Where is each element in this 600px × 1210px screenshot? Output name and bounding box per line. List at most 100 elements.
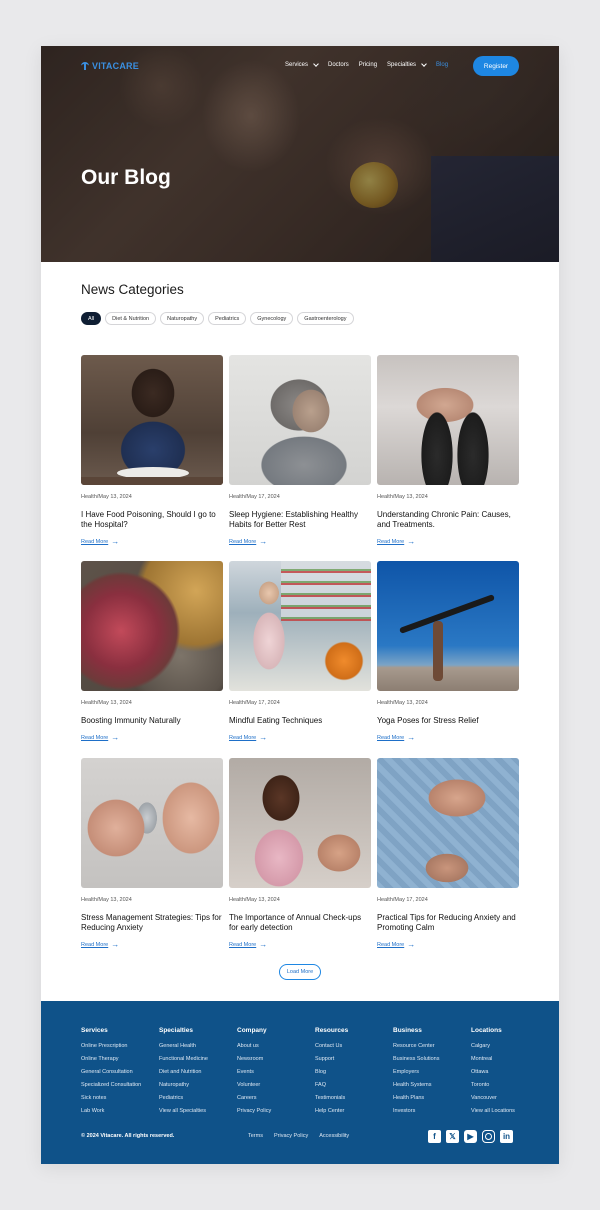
blog-card-image[interactable] <box>229 561 371 691</box>
category-chip-gastroenterology[interactable]: Gastroenterology <box>297 312 354 325</box>
register-button[interactable]: Register <box>473 56 519 76</box>
footer-link[interactable]: Testimonials <box>315 1092 348 1105</box>
footer-link[interactable]: FAQ <box>315 1079 348 1092</box>
footer-link[interactable]: Toronto <box>471 1079 515 1092</box>
footer-link[interactable]: Online Prescription <box>81 1040 141 1053</box>
brand-logo[interactable]: VITACARE <box>81 61 139 71</box>
footer-link[interactable]: Pediatrics <box>159 1092 208 1105</box>
blog-card-title[interactable]: Sleep Hygiene: Establishing Healthy Habi… <box>229 510 371 530</box>
footer-link[interactable]: Vancouver <box>471 1092 515 1105</box>
footer-link[interactable]: Business Solutions <box>393 1053 439 1066</box>
page-frame: VITACARE Services Doctors Pricing Specia… <box>41 46 559 1164</box>
read-more-link[interactable]: Read More → <box>81 537 119 546</box>
footer-link[interactable]: Health Systems <box>393 1079 439 1092</box>
blog-card-image[interactable] <box>377 758 519 888</box>
footer-link[interactable]: View all Locations <box>471 1105 515 1118</box>
blog-card-image[interactable] <box>81 561 223 691</box>
footer-link[interactable]: Blog <box>315 1066 348 1079</box>
blog-card[interactable]: Health/May 17, 2024 Sleep Hygiene: Estab… <box>229 355 371 546</box>
footer-link[interactable]: Functional Medicine <box>159 1053 208 1066</box>
blog-card[interactable]: Health/May 13, 2024 Understanding Chroni… <box>377 355 519 546</box>
read-more-link[interactable]: Read More → <box>377 537 415 546</box>
footer-link[interactable]: Online Therapy <box>81 1053 141 1066</box>
read-more-link[interactable]: Read More → <box>81 733 119 742</box>
footer-link[interactable]: Help Center <box>315 1105 348 1118</box>
footer-link[interactable]: Volunteer <box>237 1079 271 1092</box>
linkedin-icon[interactable]: in <box>500 1130 513 1143</box>
blog-card-image[interactable] <box>377 355 519 485</box>
blog-card-title[interactable]: Practical Tips for Reducing Anxiety and … <box>377 913 519 933</box>
footer-link[interactable]: Privacy Policy <box>237 1105 271 1118</box>
read-more-link[interactable]: Read More → <box>229 537 267 546</box>
footer-link[interactable]: Newsroom <box>237 1053 271 1066</box>
x-icon[interactable]: 𝕏 <box>446 1130 459 1143</box>
footer-link[interactable]: Investors <box>393 1105 439 1118</box>
blog-card-title[interactable]: Understanding Chronic Pain: Causes, and … <box>377 510 519 530</box>
footer-link[interactable]: Support <box>315 1053 348 1066</box>
load-more-button[interactable]: Load More <box>279 964 321 980</box>
read-more-link[interactable]: Read More → <box>81 940 119 949</box>
arrow-right-icon: → <box>259 537 268 546</box>
footer-link[interactable]: Employers <box>393 1066 439 1079</box>
footer-link[interactable]: Contact Us <box>315 1040 348 1053</box>
terms-link[interactable]: Terms <box>248 1133 263 1139</box>
footer-link[interactable]: View all Specialties <box>159 1105 208 1118</box>
youtube-icon[interactable]: ▶ <box>464 1130 477 1143</box>
privacy-policy-link[interactable]: Privacy Policy <box>274 1133 308 1139</box>
footer-link[interactable]: Resource Center <box>393 1040 439 1053</box>
footer-link[interactable]: Naturopathy <box>159 1079 208 1092</box>
footer-link[interactable]: Careers <box>237 1092 271 1105</box>
blog-card[interactable]: Health/May 13, 2024 Yoga Poses for Stres… <box>377 561 519 742</box>
nav-item-doctors[interactable]: Doctors <box>328 62 349 68</box>
blog-card[interactable]: Health/May 13, 2024 Stress Management St… <box>81 758 223 949</box>
footer-link[interactable]: General Health <box>159 1040 208 1053</box>
category-chip-gynecology[interactable]: Gynecology <box>250 312 294 325</box>
blog-card-title[interactable]: Stress Management Strategies: Tips for R… <box>81 913 223 933</box>
footer-link[interactable]: Calgary <box>471 1040 515 1053</box>
read-more-link[interactable]: Read More → <box>229 733 267 742</box>
blog-card-image[interactable] <box>81 355 223 485</box>
blog-card[interactable]: Health/May 17, 2024 Mindful Eating Techn… <box>229 561 371 742</box>
footer-link[interactable]: Sick notes <box>81 1092 141 1105</box>
instagram-icon[interactable] <box>482 1130 495 1143</box>
accessibility-link[interactable]: Accessibility <box>319 1133 349 1139</box>
blog-card[interactable]: Health/May 13, 2024 The Importance of An… <box>229 758 371 949</box>
footer-link[interactable]: Lab Work <box>81 1105 141 1118</box>
blog-card-title[interactable]: Yoga Poses for Stress Relief <box>377 716 519 726</box>
footer-link[interactable]: Specialized Consultation <box>81 1079 141 1092</box>
category-chip-diet-nutrition[interactable]: Diet & Nutrition <box>105 312 157 325</box>
nav-item-blog[interactable]: Blog <box>436 62 448 68</box>
nav-item-specialties[interactable]: Specialties <box>387 61 427 68</box>
footer-legal-links: Terms Privacy Policy Accessibility <box>248 1133 349 1139</box>
blog-card[interactable]: Health/May 13, 2024 I Have Food Poisonin… <box>81 355 223 546</box>
read-more-link[interactable]: Read More → <box>229 940 267 949</box>
nav-item-pricing[interactable]: Pricing <box>359 62 377 68</box>
category-chip-pediatrics[interactable]: Pediatrics <box>208 312 247 325</box>
blog-card-title[interactable]: I Have Food Poisoning, Should I go to th… <box>81 510 223 530</box>
category-filters: All Diet & Nutrition Naturopathy Pediatr… <box>81 312 354 325</box>
footer-link[interactable]: Ottawa <box>471 1066 515 1079</box>
blog-card-title[interactable]: Mindful Eating Techniques <box>229 716 371 726</box>
facebook-icon[interactable]: f <box>428 1130 441 1143</box>
blog-card-image[interactable] <box>377 561 519 691</box>
read-more-link[interactable]: Read More → <box>377 733 415 742</box>
blog-card-image[interactable] <box>229 355 371 485</box>
footer-link[interactable]: Health Plans <box>393 1092 439 1105</box>
footer-link[interactable]: Montreal <box>471 1053 515 1066</box>
footer-link[interactable]: General Consultation <box>81 1066 141 1079</box>
footer-column-resources: Resources Contact Us Support Blog FAQ Te… <box>315 1027 348 1118</box>
blog-card-title[interactable]: The Importance of Annual Check-ups for e… <box>229 913 371 933</box>
nav-item-services[interactable]: Services <box>285 61 319 68</box>
category-chip-all[interactable]: All <box>81 312 102 325</box>
blog-card-image[interactable] <box>229 758 371 888</box>
blog-card-title[interactable]: Boosting Immunity Naturally <box>81 716 223 726</box>
blog-card[interactable]: Health/May 13, 2024 Boosting Immunity Na… <box>81 561 223 742</box>
footer-link[interactable]: Events <box>237 1066 271 1079</box>
read-more-link[interactable]: Read More → <box>377 940 415 949</box>
blog-card-image[interactable] <box>81 758 223 888</box>
footer-link[interactable]: Diet and Nutrition <box>159 1066 208 1079</box>
arrow-right-icon: → <box>259 733 268 742</box>
category-chip-naturopathy[interactable]: Naturopathy <box>160 312 205 325</box>
footer-link[interactable]: About us <box>237 1040 271 1053</box>
blog-card[interactable]: Health/May 17, 2024 Practical Tips for R… <box>377 758 519 949</box>
